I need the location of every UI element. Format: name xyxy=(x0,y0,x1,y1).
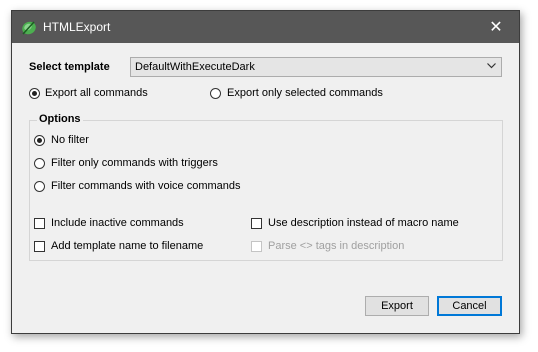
filter-none-label[interactable]: No filter xyxy=(51,134,89,146)
add-template-name-label[interactable]: Add template name to filename xyxy=(51,240,203,252)
close-icon: ✕ xyxy=(489,19,503,36)
filter-triggers-radio[interactable] xyxy=(34,158,45,169)
add-template-name-checkbox[interactable] xyxy=(34,241,45,252)
parse-tags-label: Parse <> tags in description xyxy=(268,240,405,252)
parse-tags-checkbox xyxy=(251,241,262,252)
use-description-checkbox[interactable] xyxy=(251,218,262,229)
export-button[interactable]: Export xyxy=(365,296,429,316)
filter-none-radio[interactable] xyxy=(34,135,45,146)
export-selected-label[interactable]: Export only selected commands xyxy=(227,87,383,99)
chevron-down-icon xyxy=(487,63,496,69)
use-description-label[interactable]: Use description instead of macro name xyxy=(268,217,459,229)
include-inactive-label[interactable]: Include inactive commands xyxy=(51,217,184,229)
template-dropdown[interactable]: DefaultWithExecuteDark xyxy=(130,57,502,77)
options-group-title: Options xyxy=(37,113,83,125)
export-selected-radio[interactable] xyxy=(210,88,221,99)
title-bar: HTMLExport ✕ xyxy=(12,11,519,43)
filter-voice-label[interactable]: Filter commands with voice commands xyxy=(51,180,241,192)
export-all-radio[interactable] xyxy=(29,88,40,99)
close-button[interactable]: ✕ xyxy=(473,11,519,43)
export-all-label[interactable]: Export all commands xyxy=(45,87,148,99)
window-title: HTMLExport xyxy=(43,20,111,34)
include-inactive-checkbox[interactable] xyxy=(34,218,45,229)
cancel-button-label: Cancel xyxy=(452,300,487,312)
htmlexport-dialog: HTMLExport ✕ Select template DefaultWith… xyxy=(11,10,520,334)
app-leaf-icon xyxy=(22,21,36,35)
template-dropdown-value: DefaultWithExecuteDark xyxy=(135,61,255,73)
cancel-button[interactable]: Cancel xyxy=(437,296,502,316)
filter-voice-radio[interactable] xyxy=(34,181,45,192)
select-template-label: Select template xyxy=(29,61,110,73)
filter-triggers-label[interactable]: Filter only commands with triggers xyxy=(51,157,218,169)
export-button-label: Export xyxy=(381,300,413,312)
